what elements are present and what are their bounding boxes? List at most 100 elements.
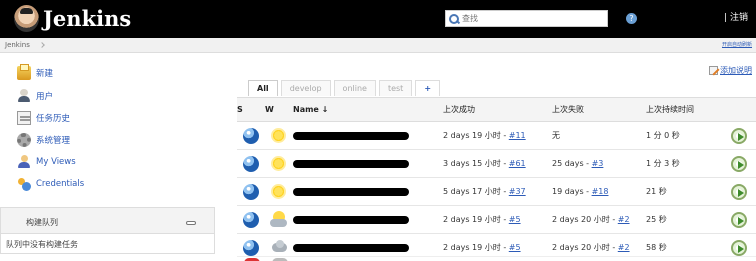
last-failure-build-link[interactable]: #18 (592, 187, 609, 196)
sidebar-item-history[interactable]: 任务历史 (17, 110, 70, 126)
sidebar-item-credentials[interactable]: Credentials (17, 176, 84, 192)
schedule-build-icon[interactable] (730, 239, 747, 256)
new-job-icon (17, 64, 31, 80)
sidebar-item-label: 新建 (36, 69, 54, 79)
logo-text: Jenkins (43, 6, 132, 31)
last-success-text: 3 days 15 小时 - (443, 159, 509, 168)
tab-online[interactable]: online (333, 80, 376, 96)
name-column-header[interactable]: Name ↓ (293, 97, 443, 122)
add-view-tab[interactable]: + (415, 80, 441, 96)
search-icon (449, 13, 459, 24)
schedule-build-icon[interactable] (730, 183, 747, 200)
last-failure-text: 19 days - (552, 187, 592, 196)
breadcrumb-chevron-icon (39, 42, 45, 48)
sunny-weather-icon (270, 127, 288, 144)
edit-icon (709, 66, 718, 75)
sidebar-item-label: 用户 (36, 92, 54, 102)
last-duration-text: 25 秒 (646, 215, 667, 224)
redacted-job-name[interactable] (293, 215, 409, 224)
add-description-label: 添加说明 (720, 66, 752, 75)
blue-status-icon (243, 155, 259, 172)
search-input[interactable] (462, 11, 607, 26)
sidebar-item-label: Credentials (36, 179, 85, 189)
sidebar-item-label: 任务历史 (36, 114, 71, 124)
last-duration-text: 1 分 3 秒 (646, 159, 680, 168)
blue-status-icon (243, 211, 259, 228)
schedule-build-icon[interactable] (730, 127, 747, 144)
sidebar-item-my-views[interactable]: My Views (17, 154, 76, 170)
last-success-column-header[interactable]: 上次成功 (443, 97, 552, 122)
add-description-link[interactable]: 添加说明 (709, 65, 752, 76)
view-tabs: All develop online test + (248, 80, 443, 96)
table-row: 3 days 15 小时 - #61 25 days - #3 1 分 3 秒 (237, 149, 756, 178)
last-duration-column-header[interactable]: 上次持续时间 (646, 97, 721, 122)
breadcrumb: Jenkins 开启自动刷新 (0, 38, 756, 53)
blue-status-icon (243, 127, 259, 144)
build-queue-title: 构建队列 (26, 218, 58, 227)
tab-develop[interactable]: develop (280, 80, 331, 96)
search-box (445, 10, 608, 27)
last-failure-build-link[interactable]: #2 (618, 243, 630, 252)
last-success-build-link[interactable]: #5 (509, 215, 521, 224)
last-success-text: 2 days 19 小时 - (443, 215, 509, 224)
last-success-build-link[interactable]: #11 (509, 131, 526, 140)
table-row: 2 days 19 小时 - #5 2 days 20 小时 - #2 25 秒 (237, 205, 756, 234)
redacted-job-name[interactable] (293, 187, 409, 196)
last-success-build-link[interactable]: #61 (509, 159, 526, 168)
last-success-text: 2 days 19 小时 - (443, 243, 509, 252)
last-failure-text: 无 (552, 131, 560, 140)
last-success-text: 2 days 19 小时 - (443, 131, 509, 140)
last-failure-text: 25 days - (552, 159, 592, 168)
last-duration-text: 21 秒 (646, 187, 667, 196)
sidebar-item-manage[interactable]: 系统管理 (17, 132, 70, 148)
history-icon (17, 111, 31, 125)
build-queue-header: 构建队列 (1, 208, 214, 234)
schedule-build-icon[interactable] (730, 155, 747, 172)
last-success-build-link[interactable]: #5 (509, 243, 521, 252)
sidebar-item-users[interactable]: 用户 (17, 88, 53, 104)
my-views-icon (17, 155, 31, 169)
weather-column-header[interactable]: W (265, 97, 293, 122)
partly-cloudy-weather-icon (270, 211, 288, 228)
schedule-column-header (721, 97, 756, 122)
sunny-weather-icon (270, 183, 288, 200)
blue-status-icon (243, 239, 259, 256)
sunny-weather-icon (270, 155, 288, 172)
last-failure-column-header[interactable]: 上次失败 (552, 97, 646, 122)
tab-test[interactable]: test (378, 80, 413, 96)
last-failure-build-link[interactable]: #2 (618, 215, 630, 224)
jobs-table: S W Name ↓ 上次成功 上次失败 上次持续时间 2 days 19 小时… (237, 97, 756, 261)
last-success-build-link[interactable]: #37 (509, 187, 526, 196)
settings-icon (17, 133, 31, 147)
redacted-job-name[interactable] (293, 131, 409, 140)
table-row: 5 days 17 小时 - #37 19 days - #18 21 秒 (237, 177, 756, 206)
last-success-text: 5 days 17 小时 - (443, 187, 509, 196)
blue-status-icon (243, 183, 259, 200)
last-duration-text: 58 秒 (646, 243, 667, 252)
table-header-row: S W Name ↓ 上次成功 上次失败 上次持续时间 (237, 97, 756, 122)
header: Jenkins ? | 注销 (0, 0, 756, 38)
credentials-icon (17, 177, 31, 191)
sidebar-item-label: 系统管理 (36, 136, 71, 146)
help-icon[interactable]: ? (626, 13, 637, 24)
build-queue-panel: 构建队列 队列中没有构建任务 (0, 207, 215, 254)
last-failure-build-link[interactable]: #3 (592, 159, 604, 168)
redacted-job-name[interactable] (293, 243, 409, 252)
breadcrumb-jenkins[interactable]: Jenkins (5, 41, 30, 49)
last-failure-text: 2 days 20 小时 - (552, 243, 618, 252)
jenkins-logo[interactable]: Jenkins (14, 5, 131, 32)
jenkins-butler-icon (14, 5, 39, 32)
schedule-build-icon[interactable] (730, 211, 747, 228)
redacted-job-name[interactable] (293, 159, 409, 168)
cloudy-weather-icon (270, 239, 288, 256)
sidebar-item-new[interactable]: 新建 (17, 64, 54, 81)
last-duration-text: 1 分 0 秒 (646, 131, 680, 140)
status-column-header[interactable]: S (237, 97, 265, 122)
logout-link[interactable]: | 注销 (724, 13, 748, 24)
sidebar-item-label: My Views (36, 157, 76, 167)
collapse-queue-button[interactable] (186, 221, 196, 225)
tab-all[interactable]: All (248, 80, 278, 96)
table-row: 2 days 19 小时 - #11 无 1 分 0 秒 (237, 121, 756, 150)
last-failure-text: 2 days 20 小时 - (552, 215, 618, 224)
auto-refresh-link[interactable]: 开启自动刷新 (722, 41, 752, 48)
